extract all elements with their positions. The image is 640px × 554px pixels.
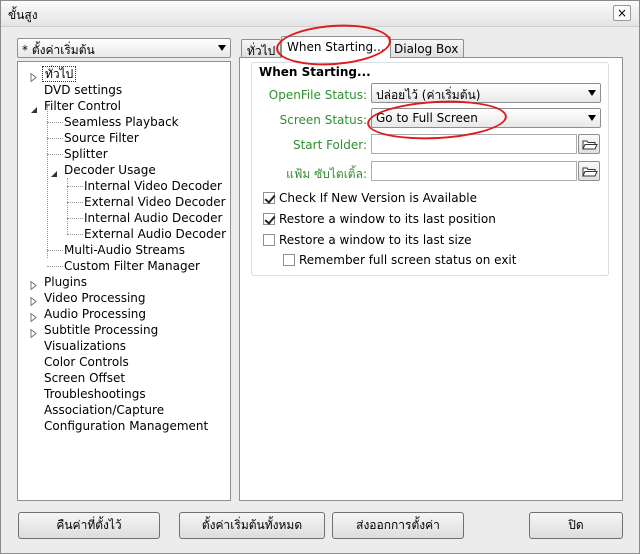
tree-item-filter-control[interactable]: Filter Control [30,98,123,114]
remember-fullscreen-checkbox[interactable]: Remember full screen status on exit [283,253,516,267]
expand-arrow-icon[interactable] [30,294,37,307]
tree-item-configuration-management[interactable]: Configuration Management [42,418,210,434]
tab-when-starting[interactable]: When Starting... [281,36,391,58]
collapse-arrow-icon[interactable] [30,102,37,113]
expand-arrow-icon[interactable] [30,70,37,83]
chevron-down-icon [218,45,226,51]
tree-connector [47,138,63,139]
export-settings-button[interactable]: ส่งออกการตั้งค่า [332,512,464,539]
restore-size-checkbox[interactable]: Restore a window to its last size [263,233,472,247]
tree-item-source-filter[interactable]: Source Filter [62,130,141,146]
reset-button[interactable]: คืนค่าที่ตั้งไว้ [18,512,160,539]
tree-item-external-video-decoder[interactable]: External Video Decoder [82,194,228,210]
preset-select[interactable]: * ตั้งค่าเริ่มต้น [17,38,231,58]
screen-status-label: Screen Status: [279,113,367,127]
expand-arrow-icon[interactable] [30,310,37,323]
close-button[interactable]: ปิด [529,512,623,539]
screen-status-select[interactable]: Go to Full Screen [371,108,601,128]
folder-icon [579,140,599,156]
subtitle-folder-browse-button[interactable] [578,161,600,181]
chevron-down-icon [588,90,596,96]
tree-connector [67,186,83,187]
close-icon: × [616,6,628,20]
openfile-status-select[interactable]: ปล่อยไว้ (ค่าเริ่มต้น) [371,83,601,103]
checkbox-checked-icon[interactable] [263,213,275,225]
openfile-status-label: OpenFile Status: [268,88,367,102]
tree-item-custom-filter-manager[interactable]: Custom Filter Manager [62,258,202,274]
preset-select-value: * ตั้งค่าเริ่มต้น [22,43,95,57]
checkbox-checked-icon[interactable] [263,192,275,204]
start-folder-input[interactable] [371,134,577,154]
tree-item-splitter[interactable]: Splitter [62,146,110,162]
tree-item-video-processing[interactable]: Video Processing [30,290,148,307]
tree-connector [67,234,83,235]
settings-tree[interactable]: ทั่วไป DVD settings Filter Control Seaml… [17,61,231,501]
openfile-status-value: ปล่อยไว้ (ค่าเริ่มต้น) [376,88,481,102]
chevron-down-icon [588,115,596,121]
tree-item-screen-offset[interactable]: Screen Offset [42,370,127,386]
tab-dialog-box[interactable]: Dialog Box [388,39,465,58]
tree-item-multi-audio-streams[interactable]: Multi-Audio Streams [62,242,187,258]
tree-item-internal-audio-decoder[interactable]: Internal Audio Decoder [82,210,224,226]
checkbox-unchecked-icon[interactable] [263,234,275,246]
tree-connector [67,202,83,203]
tree-item-color-controls[interactable]: Color Controls [42,354,131,370]
folder-icon [579,167,599,183]
tree-connector [67,218,83,219]
tree-item-seamless-playback[interactable]: Seamless Playback [62,114,181,130]
tree-item-troubleshootings[interactable]: Troubleshootings [42,386,148,402]
subtitle-folder-label: แฟ้ม ซับไตเติ้ล: [286,167,367,181]
title-bar: ขั้นสูง × [1,1,639,27]
tree-item-decoder-usage[interactable]: Decoder Usage [50,162,158,178]
check-new-version-checkbox[interactable]: Check If New Version is Available [263,191,477,205]
tree-connector [47,154,63,155]
start-folder-label: Start Folder: [292,138,367,152]
expand-arrow-icon[interactable] [30,278,37,291]
tree-item-dvd-settings[interactable]: DVD settings [42,82,124,98]
expand-arrow-icon[interactable] [30,326,37,339]
tree-item-association-capture[interactable]: Association/Capture [42,402,166,418]
reset-all-button[interactable]: ตั้งค่าเริ่มต้นทั้งหมด [179,512,325,539]
tree-item-visualizations[interactable]: Visualizations [42,338,128,354]
close-window-button[interactable]: × [613,5,631,21]
subtitle-folder-input[interactable] [371,161,577,181]
window-title: ขั้นสูง [8,8,38,22]
tree-item-subtitle-processing[interactable]: Subtitle Processing [30,322,160,339]
tree-item-general[interactable]: ทั่วไป [30,66,77,83]
tab-general[interactable]: ทั่วไป [241,39,282,58]
checkbox-unchecked-icon[interactable] [283,254,295,266]
tree-connector [47,122,63,123]
preferences-window: ขั้นสูง × * ตั้งค่าเริ่มต้น ทั่วไป DVD s… [0,0,640,554]
tree-connector [47,106,48,258]
screen-status-value: Go to Full Screen [376,111,478,125]
restore-position-checkbox[interactable]: Restore a window to its last position [263,212,496,226]
tree-item-plugins[interactable]: Plugins [30,274,89,291]
collapse-arrow-icon[interactable] [50,166,57,177]
group-title: When Starting... [259,65,371,79]
tree-item-audio-processing[interactable]: Audio Processing [30,306,148,323]
tree-connector [47,266,63,267]
start-folder-browse-button[interactable] [578,134,600,154]
tree-item-external-audio-decoder[interactable]: External Audio Decoder [82,226,228,242]
tree-connector [47,250,63,251]
tree-item-internal-video-decoder[interactable]: Internal Video Decoder [82,178,224,194]
